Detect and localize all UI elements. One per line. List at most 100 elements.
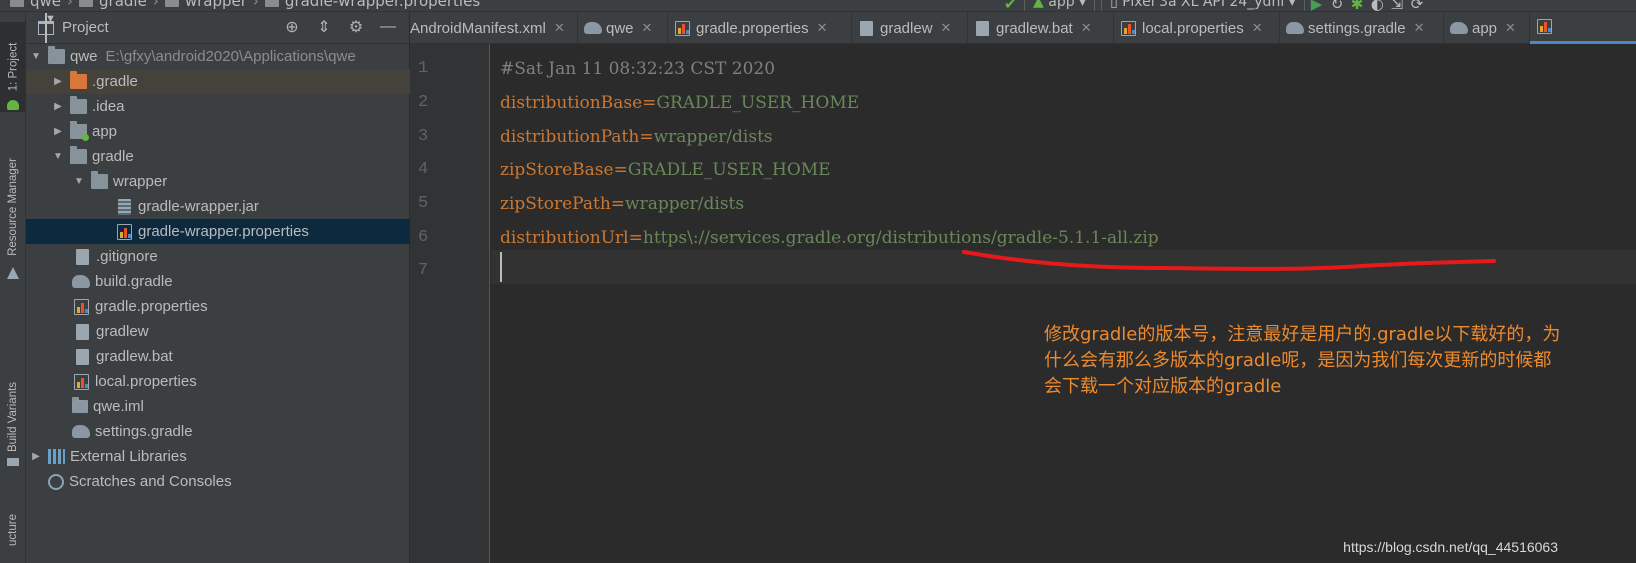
attach-debugger-icon[interactable]: ⇲	[1391, 0, 1405, 11]
tool-tab-build-variants[interactable]: Build Variants	[0, 367, 26, 467]
tab-label: gradlew.bat	[996, 19, 1073, 37]
close-icon[interactable]: ✕	[1081, 20, 1092, 36]
tree-item-gradle-properties[interactable]: gradle.properties	[26, 294, 410, 319]
tab-qwe[interactable]: qwe ✕	[578, 12, 668, 44]
run-config-select[interactable]: ▲ app ▾	[1024, 0, 1096, 11]
equals-sign: =	[628, 228, 643, 248]
project-panel-header: Project ▼ ⊕ ⇕ ⚙ —	[26, 12, 409, 44]
tab-label: settings.gradle	[1308, 19, 1406, 37]
sync-icon[interactable]: ⟳	[1411, 0, 1425, 11]
locate-icon[interactable]: ⊕	[283, 18, 301, 36]
tree-item-gradle[interactable]: ▼ gradle	[26, 144, 410, 169]
tab-settings-gradle[interactable]: settings.gradle ✕	[1280, 12, 1444, 44]
line-number: 5	[418, 194, 429, 213]
tree-item-idea[interactable]: ▶ .idea	[26, 94, 410, 119]
properties-file-icon	[74, 373, 89, 390]
tool-tab-resource-manager[interactable]: Resource Manager	[0, 142, 26, 272]
code-editor[interactable]: #Sat Jan 11 08:32:23 CST 2020 distributi…	[491, 44, 1636, 563]
chevron-right-icon[interactable]: ▶	[52, 101, 64, 112]
text-file-icon	[76, 323, 89, 340]
tree-item-app[interactable]: ▶ app	[26, 119, 410, 144]
tab-label: AndroidManifest.xml	[410, 19, 546, 37]
code-line-3: distributionPath=wrapper/dists	[500, 120, 773, 154]
annotation-note: 修改gradle的版本号，注意最好是用户的.gradle以下载好的，为什么会有那…	[1044, 324, 1561, 397]
chevron-down-icon[interactable]: ▼	[73, 176, 85, 187]
gradle-elephant-icon	[1286, 22, 1304, 34]
property-key: zipStoreBase	[500, 160, 614, 180]
profile-icon[interactable]: ◐	[1371, 0, 1385, 11]
tree-item-wrapper[interactable]: ▼ wrapper	[26, 169, 410, 194]
tree-item-gradlew-bat[interactable]: gradlew.bat	[26, 344, 410, 369]
chevron-down-icon[interactable]: ▼	[52, 151, 64, 162]
tree-item-label: .idea	[92, 98, 125, 115]
rerun-icon[interactable]: ↻	[1331, 0, 1345, 11]
minimize-icon[interactable]: —	[379, 18, 397, 36]
device-select[interactable]: ▯ Pixel 3a XL API 24_ydhl ▾	[1101, 0, 1305, 11]
chevron-right-icon[interactable]: ▶	[30, 451, 42, 462]
ide-window: qwe › gradle › wrapper › gradle-wrapper.…	[0, 0, 1636, 563]
tool-tab-label: Build Variants	[7, 381, 20, 453]
code-line-5: zipStorePath=wrapper/dists	[500, 187, 744, 221]
jar-file-icon	[118, 198, 131, 215]
debug-icon[interactable]: ✱	[1351, 0, 1365, 11]
close-icon[interactable]: ✕	[1505, 20, 1516, 36]
close-icon[interactable]: ✕	[1252, 20, 1263, 36]
tool-tab-project[interactable]: 1: Project	[0, 22, 26, 112]
line-number: 6	[418, 228, 429, 247]
tree-item-label: local.properties	[95, 373, 197, 390]
breadcrumb-item[interactable]: qwe	[30, 0, 61, 10]
tree-item-path: E:\gfxy\android2020\Applications\qwe	[105, 48, 356, 65]
breadcrumb-item[interactable]: gradle	[99, 0, 147, 10]
breadcrumb-item[interactable]: gradle-wrapper.properties	[285, 0, 480, 10]
tab-gradlew[interactable]: gradlew ✕	[852, 12, 968, 44]
close-icon[interactable]: ✕	[554, 20, 565, 36]
property-value: wrapper/dists	[653, 127, 773, 147]
chevron-right-icon[interactable]: ▶	[52, 76, 64, 87]
collapse-all-icon[interactable]: ⇕	[315, 18, 333, 36]
chevron-right-icon: ›	[67, 0, 74, 10]
property-key: distributionBase	[500, 93, 643, 113]
tab-label: local.properties	[1142, 19, 1244, 37]
left-tool-strip: 1: Project Resource Manager Build Varian…	[0, 12, 26, 563]
close-icon[interactable]: ✕	[941, 20, 952, 36]
tree-item-settings-gradle[interactable]: settings.gradle	[26, 419, 410, 444]
property-value: GRADLE_USER_HOME	[627, 160, 831, 180]
folder-icon	[70, 146, 87, 164]
properties-file-icon	[675, 20, 690, 36]
tree-item-gradle-wrapper-properties[interactable]: gradle-wrapper.properties	[26, 219, 410, 244]
tree-item-label: Scratches and Consoles	[69, 473, 232, 490]
close-icon[interactable]: ✕	[642, 20, 653, 36]
tree-item-qwe-iml[interactable]: qwe.iml	[26, 394, 410, 419]
chevron-right-icon[interactable]: ▶	[52, 126, 64, 137]
tree-item-external-libraries[interactable]: ▶ External Libraries	[26, 444, 410, 469]
close-icon[interactable]: ✕	[817, 20, 828, 36]
tree-item-label: settings.gradle	[95, 423, 193, 440]
tree-item-qwe[interactable]: ▼ qwe E:\gfxy\android2020\Applications\q…	[26, 44, 410, 69]
project-view-select[interactable]: Project	[62, 19, 109, 36]
tab-gradle-wrapper-properties[interactable]	[1530, 12, 1636, 44]
hammer-icon[interactable]: ✔	[1004, 0, 1018, 11]
tree-item-gradlew[interactable]: gradlew	[26, 319, 410, 344]
tab-app[interactable]: app ✕	[1444, 12, 1530, 44]
breadcrumb: qwe › gradle › wrapper › gradle-wrapper.…	[10, 0, 480, 10]
tree-item-scratches[interactable]: Scratches and Consoles	[26, 469, 410, 494]
tool-tab-structure[interactable]: ucture	[0, 500, 26, 560]
breadcrumb-item[interactable]: wrapper	[185, 0, 247, 10]
tree-item-label: qwe.iml	[93, 398, 144, 415]
chevron-down-icon[interactable]: ▼	[30, 51, 42, 62]
gear-icon[interactable]: ⚙	[347, 18, 365, 36]
chevron-right-icon: ›	[252, 0, 259, 10]
run-icon[interactable]: ▶	[1311, 0, 1325, 11]
chevron-down-icon[interactable]: ▼	[45, 12, 56, 43]
tree-item-local-properties[interactable]: local.properties	[26, 369, 410, 394]
tree-item-build-gradle[interactable]: build.gradle	[26, 269, 410, 294]
tab-gradlew-bat[interactable]: gradlew.bat ✕	[968, 12, 1114, 44]
tree-item-label: gradle-wrapper.jar	[138, 198, 259, 215]
close-icon[interactable]: ✕	[1414, 20, 1425, 36]
tree-item-gradle-wrapper-jar[interactable]: gradle-wrapper.jar	[26, 194, 410, 219]
tree-item-dot-gradle[interactable]: ▶ .gradle	[26, 69, 410, 94]
tab-androidmanifest[interactable]: AndroidManifest.xml ✕	[404, 12, 578, 44]
tab-local-properties[interactable]: local.properties ✕	[1114, 12, 1280, 44]
tree-item-gitignore[interactable]: .gitignore	[26, 244, 410, 269]
tab-gradle-properties[interactable]: gradle.properties ✕	[668, 12, 852, 44]
